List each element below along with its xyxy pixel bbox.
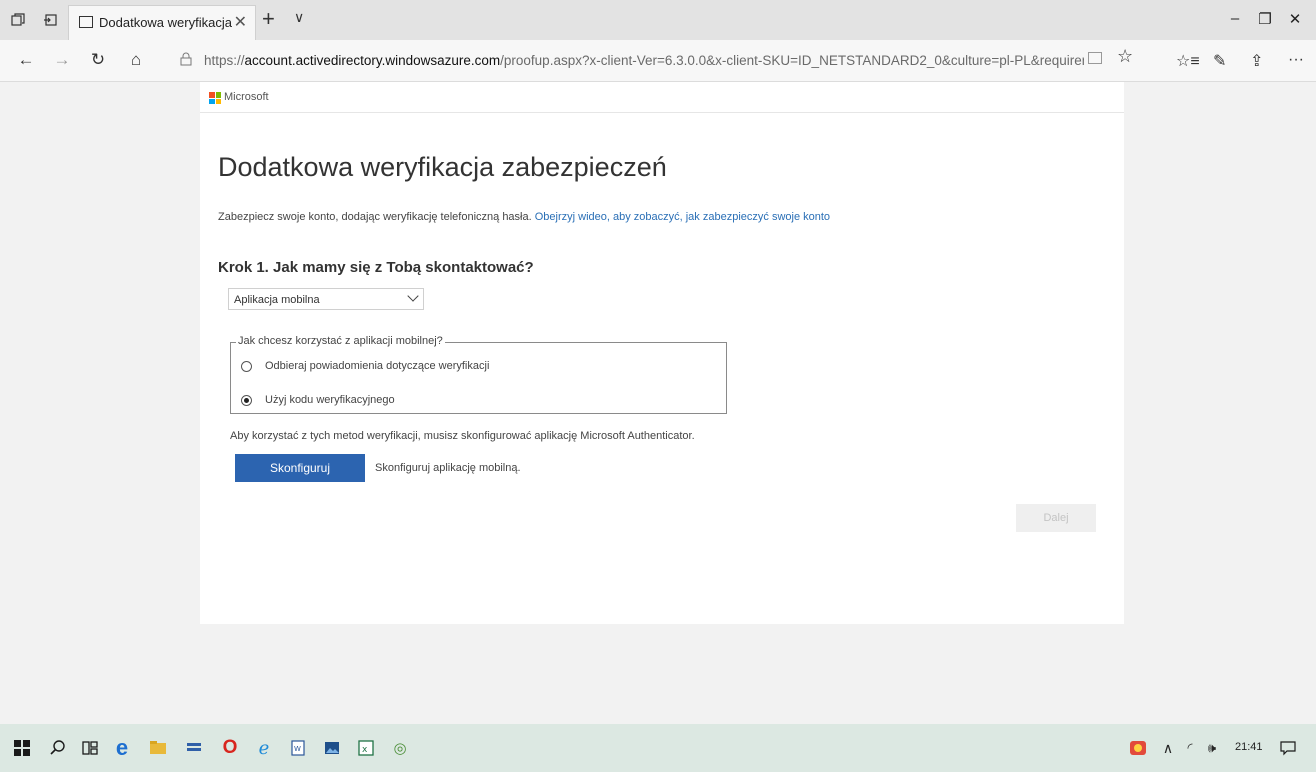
notifications-icon[interactable]: [1278, 738, 1298, 758]
fieldset-legend: Jak chcesz korzystać z aplikacji mobilne…: [236, 335, 445, 347]
lock-icon: [180, 52, 192, 66]
option-verification-code[interactable]: Użyj kodu weryfikacyjnego: [241, 392, 395, 408]
file-explorer-icon[interactable]: [148, 738, 168, 758]
volume-icon[interactable]: 🕪: [1202, 738, 1222, 758]
web-note-icon[interactable]: ✎: [1213, 51, 1226, 71]
option-notifications[interactable]: Odbieraj powiadomienia dotyczące weryfik…: [241, 358, 489, 374]
chevron-up-icon[interactable]: ∧: [1158, 738, 1178, 758]
radio-notifications[interactable]: [241, 360, 252, 372]
svg-text:W: W: [294, 745, 301, 753]
chevron-down-icon[interactable]: ∨: [294, 9, 304, 26]
word-document-icon[interactable]: W: [288, 738, 308, 758]
microsoft-logo-icon: [209, 92, 221, 104]
more-icon[interactable]: ···: [1288, 51, 1304, 69]
configure-description: Skonfiguruj aplikację mobilną.: [375, 462, 521, 474]
radio-label: Odbieraj powiadomienia dotyczące weryfik…: [265, 360, 490, 372]
page-title: Dodatkowa weryfikacja zabezpieczeń: [218, 152, 667, 182]
contact-method-select[interactable]: Aplikacja mobilna: [228, 288, 424, 310]
wifi-icon[interactable]: ◜: [1180, 738, 1200, 758]
brand-name: Microsoft: [224, 91, 269, 103]
excel-icon[interactable]: x: [356, 738, 376, 758]
chevron-down-icon: [407, 290, 419, 302]
tab-actions-icon[interactable]: [8, 10, 28, 30]
taskbar-app-icon[interactable]: [184, 738, 204, 758]
browser-toolbar: ← → ↻ ⌂ https://account.activedirectory.…: [0, 40, 1316, 82]
verification-card: Microsoft Dodatkowa weryfikacja zabezpie…: [200, 82, 1124, 624]
step-heading: Krok 1. Jak mamy się z Tobą skontaktować…: [218, 259, 534, 276]
tab-title: Dodatkowa weryfikacja: [99, 15, 232, 30]
start-icon[interactable]: [12, 738, 32, 758]
watch-video-link[interactable]: Obejrzyj wideo, aby zobaczyć, jak zabezp…: [535, 211, 830, 223]
intro-text: Zabezpiecz swoje konto, dodając weryfika…: [218, 211, 831, 223]
share-icon[interactable]: ⇪: [1250, 51, 1263, 71]
authenticator-note: Aby korzystać z tych metod weryfikacji, …: [230, 430, 695, 442]
windows-taskbar: e O ℯ W x ◎ ∧ ◜ 🕪 21:41: [0, 724, 1316, 772]
browser-tab-bar: Dodatkowa weryfikacja ✕ + ∨ – ❐ ✕: [0, 0, 1316, 40]
photos-icon[interactable]: [322, 738, 342, 758]
home-icon[interactable]: ⌂: [124, 50, 148, 70]
svg-text:x: x: [362, 745, 368, 755]
favorite-star-icon[interactable]: ☆: [1117, 46, 1133, 67]
configure-button[interactable]: Skonfiguruj: [235, 454, 365, 482]
tray-app-icon[interactable]: [1128, 738, 1148, 758]
set-tabs-aside-icon[interactable]: [40, 10, 60, 30]
minimize-icon[interactable]: –: [1220, 10, 1250, 27]
close-tab-icon[interactable]: ✕: [234, 12, 247, 32]
refresh-icon[interactable]: ↻: [86, 50, 110, 70]
internet-explorer-icon[interactable]: ℯ: [254, 738, 274, 758]
back-icon[interactable]: ←: [14, 50, 38, 70]
radio-label: Użyj kodu weryfikacyjnego: [265, 394, 395, 406]
close-window-icon[interactable]: ✕: [1280, 10, 1310, 28]
next-button[interactable]: Dalej: [1016, 504, 1096, 532]
tab-active[interactable]: Dodatkowa weryfikacja ✕: [68, 5, 256, 40]
network-tool-icon[interactable]: ◎: [390, 738, 410, 758]
edge-browser-icon[interactable]: e: [112, 735, 132, 760]
radio-verification-code[interactable]: [241, 394, 252, 406]
search-icon[interactable]: [48, 738, 68, 758]
new-tab-icon[interactable]: +: [262, 6, 275, 32]
favorites-hub-icon[interactable]: ☆≡: [1176, 51, 1200, 71]
address-bar[interactable]: https://account.activedirectory.windowsa…: [174, 46, 1124, 76]
card-header: Microsoft: [200, 82, 1124, 113]
restore-icon[interactable]: ❐: [1250, 10, 1280, 28]
url-text: https://account.activedirectory.windowsa…: [204, 53, 1084, 68]
page-viewport: Microsoft Dodatkowa weryfikacja zabezpie…: [0, 82, 1316, 724]
task-view-icon[interactable]: [80, 738, 100, 758]
page-icon: [79, 16, 93, 28]
clock[interactable]: 21:41: [1235, 741, 1263, 753]
forward-icon[interactable]: →: [50, 50, 74, 70]
opera-icon[interactable]: O: [220, 737, 240, 758]
app-usage-fieldset: Jak chcesz korzystać z aplikacji mobilne…: [230, 335, 727, 414]
reading-view-icon[interactable]: [1088, 52, 1102, 64]
contact-method-value: Aplikacja mobilna: [234, 294, 320, 306]
